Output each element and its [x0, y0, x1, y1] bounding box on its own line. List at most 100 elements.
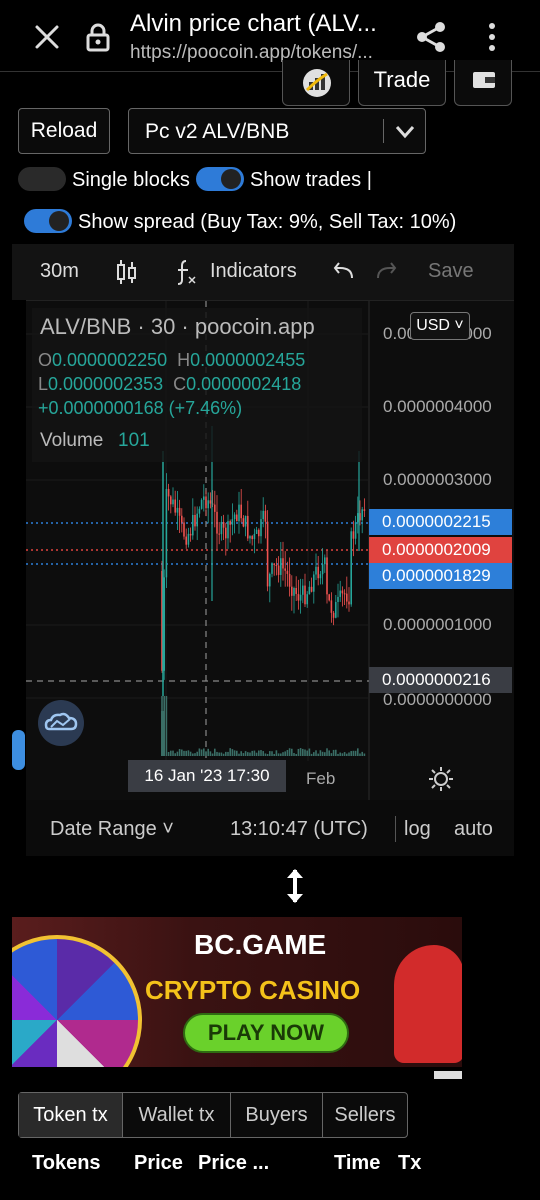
tab-wallet-tx[interactable]: Wallet tx — [123, 1093, 231, 1137]
volume-bar — [167, 751, 170, 756]
candle-body — [240, 504, 242, 519]
interval-button[interactable]: 30m — [40, 260, 79, 283]
chevron-down-icon — [395, 126, 415, 139]
candle-body — [181, 515, 183, 523]
lock-icon[interactable] — [84, 22, 112, 52]
chart-view-button[interactable] — [282, 60, 350, 106]
function-icon[interactable] — [174, 258, 198, 286]
candle-body — [282, 558, 284, 569]
volume-bar — [293, 752, 295, 756]
single-blocks-toggle[interactable] — [18, 167, 66, 191]
volume-bar — [339, 752, 341, 756]
candle-body — [346, 593, 348, 602]
candle-body — [167, 488, 170, 497]
redo-icon[interactable] — [374, 260, 398, 282]
auto-toggle[interactable]: auto — [454, 818, 493, 841]
change-value: +0.0000000168 (+7.46%) — [38, 398, 243, 418]
side-panel-handle[interactable] — [12, 730, 25, 770]
tab-token-tx[interactable]: Token tx — [19, 1093, 123, 1137]
candle-body — [361, 509, 363, 521]
volume-bar — [205, 751, 207, 756]
tab-buyers[interactable]: Buyers — [231, 1093, 323, 1137]
volume-bar — [192, 753, 194, 756]
volume-bar — [350, 751, 352, 756]
ad-cta-button[interactable]: PLAY NOW — [183, 1013, 349, 1053]
volume-bar — [264, 753, 267, 756]
cloud-button[interactable] — [38, 700, 84, 746]
volume-bar — [236, 750, 238, 756]
open-value: 0.0000002250 — [52, 350, 168, 370]
candle-body — [324, 557, 326, 565]
candle-body — [332, 612, 335, 618]
indicators-button[interactable]: Indicators — [210, 260, 297, 283]
show-trades-toggle[interactable] — [196, 167, 244, 191]
col-header-price-2[interactable]: Price ... — [198, 1152, 269, 1175]
candle-body — [189, 533, 192, 536]
tab-sellers[interactable]: Sellers — [323, 1093, 407, 1137]
ad-brand: BC.GAME — [194, 929, 327, 960]
spread-upper-tag: 0.0000002215 — [369, 509, 512, 535]
date-range-button[interactable]: Date Range ˅ — [50, 818, 174, 841]
candle-body — [222, 521, 225, 528]
candle-body — [174, 499, 176, 513]
volume-bar — [280, 753, 282, 756]
col-header-tx[interactable]: Tx — [398, 1152, 421, 1175]
more-vert-icon[interactable] — [478, 20, 506, 54]
candle-body — [313, 574, 315, 592]
date-range-label: Date Range — [50, 818, 157, 840]
spread-lower-tag: 0.0000001829 — [369, 563, 512, 589]
reload-button[interactable]: Reload — [18, 108, 110, 154]
candle-body — [295, 587, 297, 594]
crosshair-date-tag: 16 Jan '23 17:30 — [128, 760, 286, 792]
volume-bar — [273, 753, 275, 756]
col-header-tokens[interactable]: Tokens — [32, 1152, 101, 1175]
candles-icon[interactable] — [116, 258, 138, 286]
share-icon[interactable] — [414, 20, 448, 54]
col-header-time[interactable]: Time — [334, 1152, 380, 1175]
candle-body — [275, 564, 278, 566]
low-value: 0.0000002353 — [48, 374, 164, 394]
volume-bar — [176, 751, 179, 756]
theme-sun-icon[interactable] — [428, 766, 454, 792]
page-title[interactable]: Alvin price chart (ALV... — [130, 10, 400, 38]
candle-body — [247, 515, 249, 539]
ad-close-bar[interactable] — [434, 1071, 462, 1079]
undo-icon[interactable] — [332, 260, 356, 282]
volume-bar — [352, 750, 355, 756]
close-icon[interactable] — [30, 20, 64, 54]
volume-bar — [332, 749, 335, 756]
wallet-button[interactable] — [454, 60, 512, 106]
volume-bar — [174, 753, 176, 756]
candle-body — [249, 536, 251, 539]
log-toggle[interactable]: log — [404, 818, 431, 841]
candle-body — [253, 533, 256, 540]
candle-body — [302, 585, 304, 595]
save-button[interactable]: Save — [428, 260, 474, 283]
candle-body — [277, 565, 280, 575]
show-spread-toggle[interactable] — [24, 209, 72, 233]
volume-bar — [194, 753, 196, 756]
candle-body — [216, 511, 218, 534]
volume-bar — [229, 748, 231, 756]
volume-bar — [216, 751, 218, 756]
current-price-tag: 0.0000002009 — [369, 537, 512, 563]
volume-bar — [341, 753, 344, 756]
volume-bar — [203, 748, 205, 756]
candle-body — [304, 585, 306, 605]
volume-bar — [222, 753, 225, 756]
volume-bar — [348, 752, 350, 756]
volume-bar — [284, 751, 286, 756]
ad-banner[interactable]: BC.GAME CRYPTO CASINO PLAY NOW — [12, 917, 462, 1067]
volume-bar — [343, 752, 346, 756]
candle-body — [196, 513, 198, 527]
volume-bar — [359, 753, 361, 756]
volume-bar — [326, 748, 328, 756]
volume-bar — [178, 749, 181, 756]
volume-bar — [275, 750, 278, 756]
currency-button[interactable]: USD ˅ — [410, 312, 470, 340]
trade-button[interactable]: Trade — [358, 60, 446, 106]
pair-select[interactable]: Pc v2 ALV/BNB — [128, 108, 426, 154]
resize-vertical-icon[interactable] — [283, 866, 307, 906]
candle-body — [229, 521, 231, 525]
col-header-price[interactable]: Price — [134, 1152, 183, 1175]
